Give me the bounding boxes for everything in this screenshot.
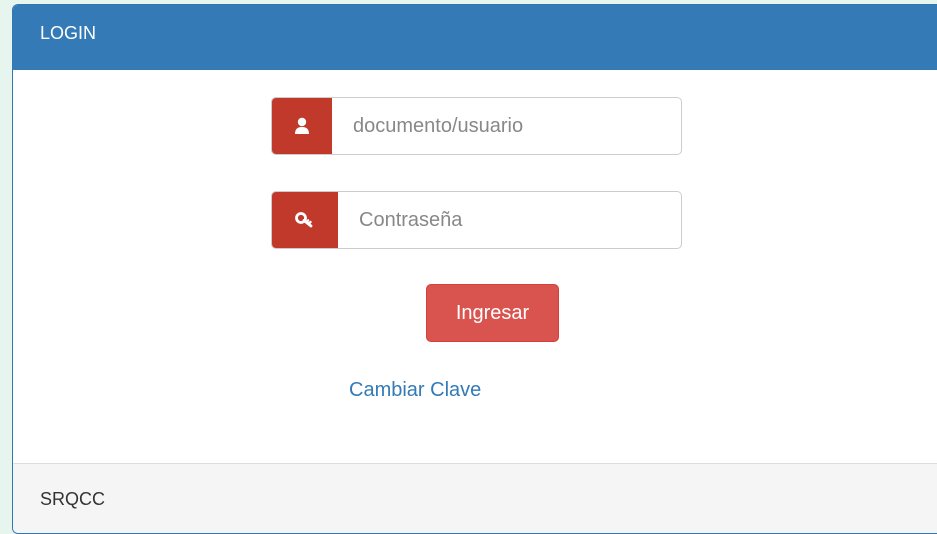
username-input-group <box>271 97 682 155</box>
password-input-group <box>271 191 682 249</box>
panel-heading: LOGIN <box>13 5 937 70</box>
username-input[interactable] <box>332 98 681 154</box>
login-panel: LOGIN Ingresar Cambiar Clave SRQCC <box>12 4 937 534</box>
panel-footer: SRQCC <box>13 463 937 533</box>
user-icon <box>272 98 332 154</box>
key-icon <box>272 192 338 248</box>
ingresar-button[interactable]: Ingresar <box>426 284 559 342</box>
password-input[interactable] <box>338 192 681 248</box>
change-password-link[interactable]: Cambiar Clave <box>349 379 481 402</box>
